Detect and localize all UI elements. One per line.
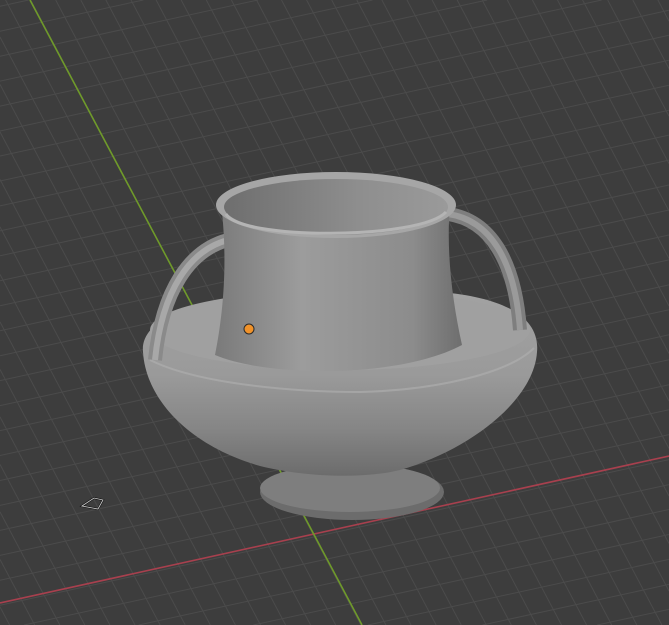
grid-line — [0, 369, 136, 625]
grid-line — [482, 583, 669, 625]
grid-line — [531, 0, 669, 259]
grid-line — [0, 606, 11, 625]
grid-line — [0, 321, 161, 625]
grid-line — [582, 0, 669, 164]
grid-line — [0, 559, 36, 625]
light-object-icon[interactable] — [79, 496, 105, 511]
grid-line — [0, 34, 669, 182]
3d-viewport[interactable] — [0, 0, 669, 625]
grid-line — [0, 0, 488, 107]
grid-line — [0, 0, 144, 32]
grid-line — [367, 558, 669, 625]
grid-line — [0, 0, 29, 7]
grid-line — [0, 0, 259, 57]
object-origin-dot — [243, 323, 255, 335]
viewport-canvas[interactable] — [0, 0, 669, 625]
grid-line — [0, 0, 373, 82]
grid-line — [253, 534, 669, 625]
grid-line — [138, 509, 669, 625]
grid-line — [506, 0, 669, 307]
grid-line — [0, 9, 669, 157]
